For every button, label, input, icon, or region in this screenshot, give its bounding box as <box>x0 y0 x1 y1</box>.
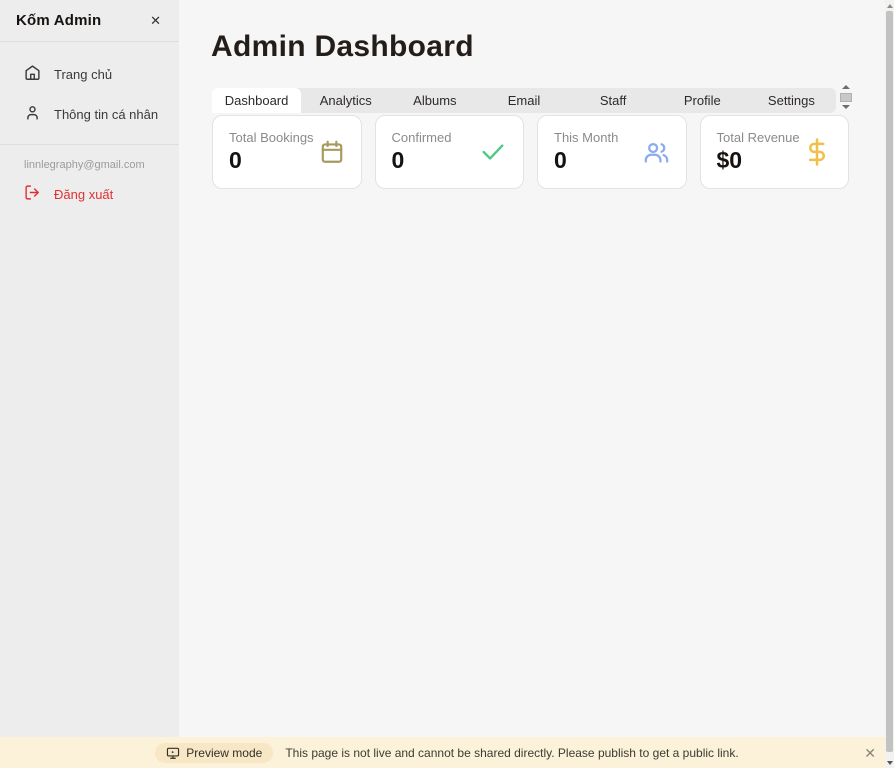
preview-banner: Preview mode This page is not live and c… <box>0 737 894 768</box>
stat-card-this-month: This Month 0 <box>537 115 687 189</box>
scroll-thumb[interactable] <box>840 93 852 102</box>
tab-label: Settings <box>768 93 815 108</box>
logout-icon <box>24 184 41 204</box>
tab-label: Dashboard <box>225 93 289 108</box>
card-label: Total Bookings <box>229 130 314 145</box>
tab-label: Profile <box>684 93 721 108</box>
sidebar-nav: Trang chủ Thông tin cá nhân <box>0 42 179 134</box>
preview-mode-badge: Preview mode <box>155 743 273 763</box>
card-label: This Month <box>554 130 618 145</box>
tab-dashboard[interactable]: Dashboard <box>212 88 301 113</box>
sidebar-close-button[interactable]: ✕ <box>146 10 165 31</box>
sidebar: Kốm Admin ✕ Trang chủ Thông tin cá nhân <box>0 0 179 737</box>
card-label: Confirmed <box>392 130 452 145</box>
tab-label: Albums <box>413 93 456 108</box>
user-icon <box>24 104 41 124</box>
sidebar-item-label: Thông tin cá nhân <box>54 107 158 122</box>
scroll-down-icon[interactable] <box>842 105 850 109</box>
scrollbar-down-icon[interactable] <box>887 761 893 765</box>
stat-card-total-bookings: Total Bookings 0 <box>212 115 362 189</box>
scrollbar-up-icon[interactable] <box>887 4 893 8</box>
calendar-icon <box>319 139 345 165</box>
banner-message: This page is not live and cannot be shar… <box>285 746 738 760</box>
card-label: Total Revenue <box>717 130 800 145</box>
home-icon <box>24 64 41 84</box>
monitor-icon <box>166 746 180 760</box>
tab-label: Staff <box>600 93 627 108</box>
card-value: 0 <box>554 148 618 173</box>
page-title: Admin Dashboard <box>211 30 894 64</box>
card-value: 0 <box>229 148 314 173</box>
user-email: linnlegraphy@gmail.com <box>0 145 179 171</box>
tab-email[interactable]: Email <box>479 88 568 113</box>
tab-settings[interactable]: Settings <box>747 88 836 113</box>
tab-label: Email <box>508 93 541 108</box>
sidebar-item-label: Trang chủ <box>54 67 112 82</box>
users-icon <box>643 139 670 166</box>
tab-analytics[interactable]: Analytics <box>301 88 390 113</box>
app-title: Kốm Admin <box>16 12 101 29</box>
stat-cards: Total Bookings 0 Confirmed 0 <box>212 115 849 189</box>
card-value: $0 <box>717 148 800 173</box>
logout-button[interactable]: Đăng xuất <box>0 171 179 214</box>
scroll-up-icon[interactable] <box>842 85 850 89</box>
page-scrollbar[interactable] <box>885 0 894 768</box>
banner-close-button[interactable]: ✕ <box>864 746 876 760</box>
card-value: 0 <box>392 148 452 173</box>
tab-label: Analytics <box>320 93 372 108</box>
tab-profile[interactable]: Profile <box>658 88 747 113</box>
dollar-icon <box>802 137 832 167</box>
scrollbar-thumb[interactable] <box>886 11 893 752</box>
close-icon: ✕ <box>150 14 161 27</box>
tab-staff[interactable]: Staff <box>569 88 658 113</box>
sidebar-item-home[interactable]: Trang chủ <box>0 54 179 94</box>
stat-card-total-revenue: Total Revenue $0 <box>700 115 850 189</box>
tab-scrollbar[interactable] <box>839 85 852 109</box>
logout-label: Đăng xuất <box>54 187 113 202</box>
close-icon: ✕ <box>864 745 876 761</box>
sidebar-header: Kốm Admin ✕ <box>0 0 179 42</box>
main-content: Admin Dashboard Dashboard Analytics Albu… <box>179 0 894 737</box>
check-icon <box>479 138 507 166</box>
tab-bar: Dashboard Analytics Albums Email Staff P… <box>212 88 836 113</box>
sidebar-item-profile[interactable]: Thông tin cá nhân <box>0 94 179 134</box>
stat-card-confirmed: Confirmed 0 <box>375 115 525 189</box>
tab-albums[interactable]: Albums <box>390 88 479 113</box>
preview-mode-label: Preview mode <box>186 746 262 760</box>
